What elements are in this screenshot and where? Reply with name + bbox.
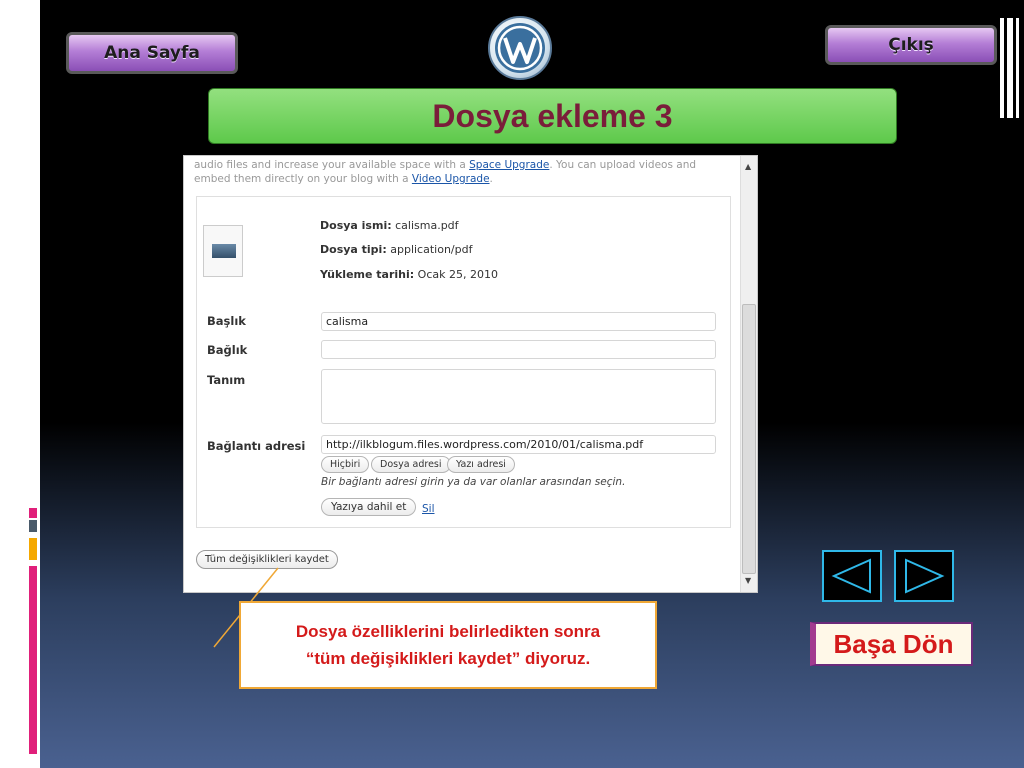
link-url-label: Bağlantı adresi bbox=[207, 439, 306, 453]
wordpress-logo-icon bbox=[495, 23, 545, 73]
instruction-callout: Dosya özelliklerini belirledikten sonra … bbox=[239, 601, 657, 689]
upgrade-text-3: . bbox=[489, 173, 493, 185]
left-decoration-strip bbox=[0, 0, 40, 768]
upgrade-info-text: audio files and increase your available … bbox=[194, 158, 734, 186]
callout-line-2: “tüm değişiklikleri kaydet” diyoruz. bbox=[305, 649, 591, 668]
file-type-value: application/pdf bbox=[390, 243, 473, 256]
scroll-up-icon[interactable]: ▲ bbox=[745, 162, 751, 171]
previous-slide-button[interactable] bbox=[822, 550, 882, 602]
caption-field[interactable] bbox=[321, 340, 716, 359]
file-type-row: Dosya tipi: application/pdf bbox=[320, 243, 472, 256]
description-field-label: Tanım bbox=[207, 373, 246, 387]
top-right-decoration bbox=[1000, 18, 1022, 118]
delete-link[interactable]: Sil bbox=[422, 503, 435, 515]
right-arrow-icon bbox=[905, 558, 945, 594]
scroll-down-icon[interactable]: ▼ bbox=[745, 576, 751, 585]
insert-into-post-button[interactable]: Yazıya dahil et bbox=[321, 498, 417, 516]
media-item-box: Dosya ismi: calisma.pdf Dosya tipi: appl… bbox=[196, 196, 731, 528]
home-button[interactable]: Ana Sayfa bbox=[66, 32, 238, 74]
panel-scrollbar[interactable]: ▲ ▼ bbox=[740, 156, 757, 592]
wordpress-logo bbox=[488, 16, 552, 80]
back-to-start-button[interactable]: Başa Dön bbox=[810, 622, 973, 666]
upload-form-screenshot: audio files and increase your available … bbox=[183, 155, 758, 593]
link-post-url-button[interactable]: Yazı adresi bbox=[447, 456, 515, 473]
deco-bar-orange bbox=[29, 538, 37, 560]
file-name-label: Dosya ismi: bbox=[320, 219, 392, 232]
video-upgrade-link[interactable]: Video Upgrade bbox=[412, 173, 490, 185]
upgrade-text-1: audio files and increase your available … bbox=[194, 159, 470, 171]
upload-date-label: Yükleme tarihi: bbox=[320, 268, 415, 281]
save-all-changes-button[interactable]: Tüm değişiklikleri kaydet bbox=[196, 550, 338, 569]
slide-title-bar: Dosya ekleme 3 bbox=[208, 88, 897, 144]
space-upgrade-link[interactable]: Space Upgrade bbox=[469, 159, 549, 171]
slide-title: Dosya ekleme 3 bbox=[432, 97, 673, 134]
description-field[interactable] bbox=[321, 369, 716, 424]
deco-bar-gray bbox=[29, 520, 37, 532]
scrollbar-thumb[interactable] bbox=[742, 304, 756, 574]
callout-line-1: Dosya özelliklerini belirledikten sonra bbox=[295, 622, 601, 641]
file-type-label: Dosya tipi: bbox=[320, 243, 387, 256]
file-name-row: Dosya ismi: calisma.pdf bbox=[320, 219, 459, 232]
upload-date-value: Ocak 25, 2010 bbox=[417, 268, 498, 281]
next-slide-button[interactable] bbox=[894, 550, 954, 602]
title-field-label: Başlık bbox=[207, 314, 246, 328]
link-url-field[interactable]: http://ilkblogum.files.wordpress.com/201… bbox=[321, 435, 716, 454]
link-hint-text: Bir bağlantı adresi girin ya da var olan… bbox=[321, 476, 626, 488]
exit-button[interactable]: Çıkış bbox=[825, 25, 997, 65]
upload-date-row: Yükleme tarihi: Ocak 25, 2010 bbox=[320, 268, 498, 281]
file-name-value: calisma.pdf bbox=[395, 219, 459, 232]
link-file-url-button[interactable]: Dosya adresi bbox=[371, 456, 451, 473]
deco-bar-pink bbox=[29, 508, 37, 518]
deco-bar-pink-long bbox=[29, 566, 37, 754]
caption-field-label: Bağlık bbox=[207, 343, 248, 357]
title-field[interactable]: calisma bbox=[321, 312, 716, 331]
link-none-button[interactable]: Hiçbiri bbox=[321, 456, 370, 473]
file-thumbnail bbox=[203, 225, 243, 277]
left-arrow-icon bbox=[831, 558, 871, 594]
